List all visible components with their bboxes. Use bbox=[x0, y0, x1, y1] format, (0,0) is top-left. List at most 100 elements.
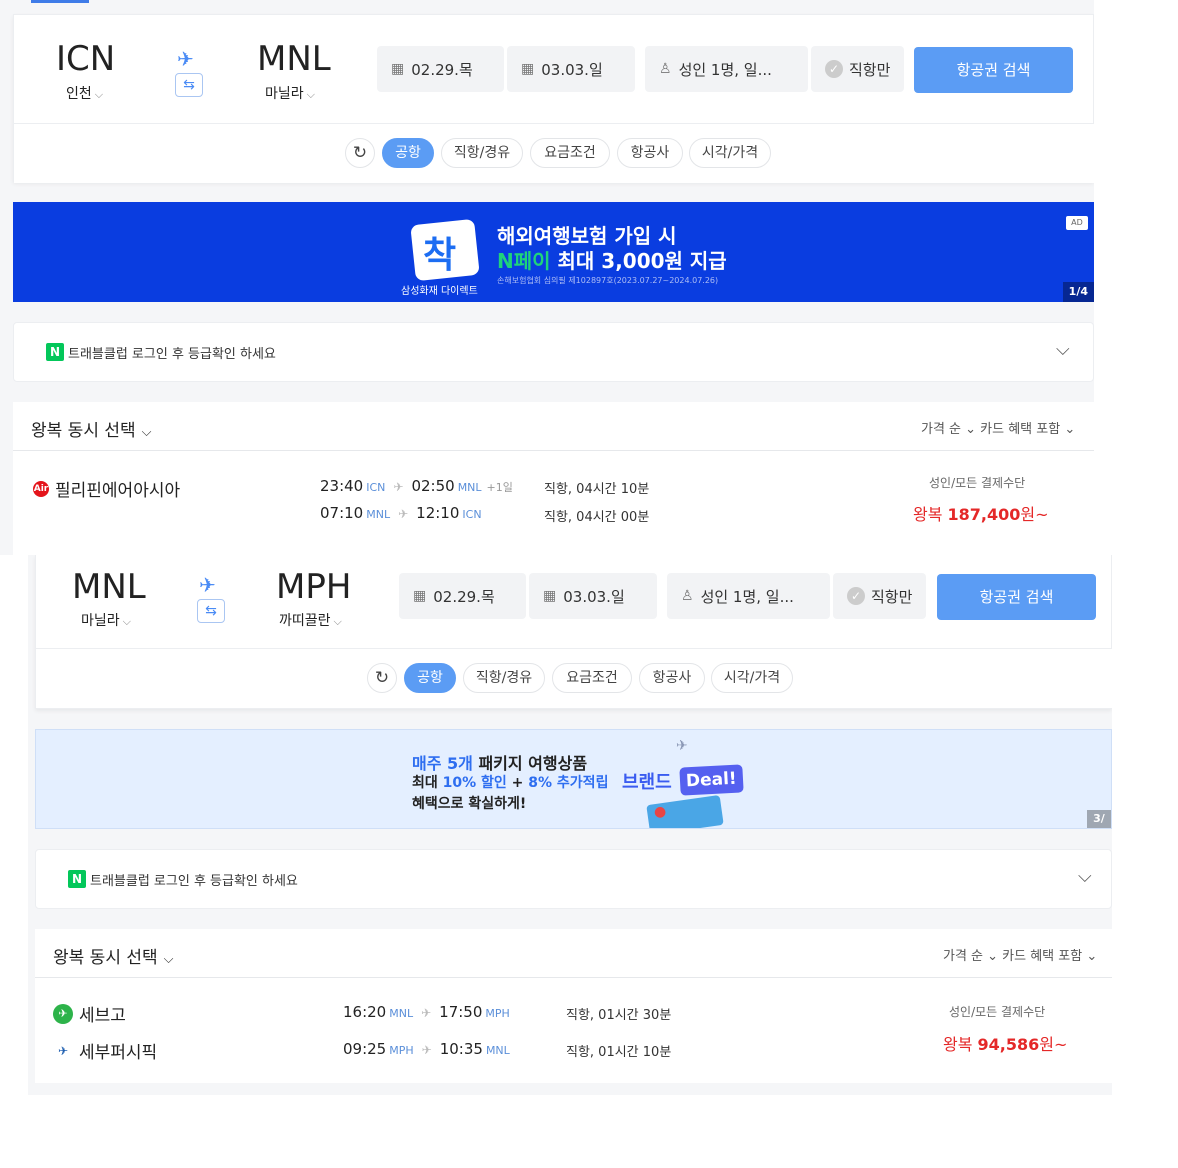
filter-airline[interactable]: 항공사 bbox=[639, 663, 705, 693]
calendar-icon: ▦ bbox=[543, 588, 557, 604]
airline-item: ✈ 세부퍼시픽 bbox=[53, 1038, 157, 1063]
swap-route-button[interactable]: ⇆ bbox=[197, 599, 225, 623]
sort-options[interactable]: 가격 순 ⌄ 카드 혜택 포함 ⌄ bbox=[921, 418, 1075, 437]
direct-only-label: 직항만 bbox=[849, 60, 891, 79]
dep-airport: MPH bbox=[389, 1044, 414, 1057]
travel-club-login-bar[interactable]: N 트래블클럽 로그인 후 등급확인 하세요 ⌵ bbox=[13, 322, 1094, 382]
passenger-field[interactable]: ♙ 성인 1명, 일... bbox=[645, 46, 808, 92]
flight-arrow-icon: ✈ bbox=[421, 1043, 432, 1057]
arrival-city-select[interactable]: 까띠끌란 ⌵ bbox=[279, 610, 342, 630]
round-trip-select-dropdown[interactable]: 왕복 동시 선택 ⌵ bbox=[53, 943, 174, 968]
ad-line-2: 최대 10% 할인 + 8% 추가적립 bbox=[412, 772, 608, 792]
passenger-value: 성인 1명, 일... bbox=[700, 587, 794, 606]
ad-disclaimer: 손해보험협회 심의필 제102897호(2023.07.27~2024.07.2… bbox=[497, 276, 719, 285]
round-trip-price[interactable]: 왕복 187,400원~ bbox=[913, 501, 1049, 525]
chevron-down-icon[interactable]: ⌵ bbox=[1078, 866, 1092, 887]
arr-time: 17:50 bbox=[439, 1003, 483, 1021]
search-panel: ICN 인천 ⌵ ✈ ⇆ MNL 마닐라 ⌵ ▦ 02.29.목 ▦ 03.03.일 ♙… bbox=[13, 14, 1094, 183]
ad-highlight: 10% 할인 bbox=[442, 775, 507, 791]
person-icon: ♙ bbox=[659, 61, 672, 77]
filter-time-price[interactable]: 시각/가격 bbox=[711, 663, 793, 693]
arrival-city-select[interactable]: 마닐라 ⌵ bbox=[265, 83, 315, 103]
ad-text: 최대 bbox=[412, 775, 443, 791]
ad-brand-name: 삼성화재 다이렉트 bbox=[401, 286, 478, 297]
arrival-code[interactable]: MNL bbox=[257, 39, 331, 79]
sort-options[interactable]: 가격 순 ⌄ 카드 혜택 포함 ⌄ bbox=[943, 945, 1097, 964]
price-prefix: 왕복 bbox=[913, 505, 948, 524]
price-prefix: 왕복 bbox=[943, 1035, 978, 1054]
flight-arrow-icon: ✈ bbox=[393, 480, 404, 494]
price-suffix: 원~ bbox=[1020, 505, 1049, 524]
divider bbox=[13, 450, 1094, 451]
airline-name: 세부퍼시픽 bbox=[79, 1043, 158, 1063]
ad-highlight: 8% 추가적립 bbox=[528, 775, 609, 791]
divider bbox=[35, 977, 1112, 978]
filter-fare-conditions[interactable]: 요금조건 bbox=[552, 663, 632, 693]
payment-note: 성인/모든 결제수단 bbox=[929, 476, 1026, 490]
search-flights-button[interactable]: 항공권 검색 bbox=[914, 47, 1073, 93]
arr-airport: MNL bbox=[457, 481, 482, 494]
leg-duration: 직항, 04시간 00분 bbox=[544, 510, 650, 525]
departure-code[interactable]: MNL bbox=[72, 567, 146, 607]
ad-page-counter: 1/4 bbox=[1062, 282, 1094, 302]
outbound-leg: 16:20 MNL ✈ 17:50 MPH bbox=[343, 1003, 510, 1021]
passenger-field[interactable]: ♙ 성인 1명, 일... bbox=[667, 573, 830, 619]
arrival-city-label: 까띠끌란 bbox=[279, 613, 331, 629]
departure-city-select[interactable]: 마닐라 ⌵ bbox=[81, 610, 131, 630]
return-date-value: 03.03.일 bbox=[563, 587, 625, 606]
direct-only-toggle[interactable]: ✓ 직항만 bbox=[833, 573, 926, 619]
depart-date-field[interactable]: ▦ 02.29.목 bbox=[399, 573, 526, 619]
swap-route-button[interactable]: ⇆ bbox=[175, 73, 203, 97]
leg-duration: 직항, 01시간 30분 bbox=[566, 1008, 672, 1023]
filter-direct-transfer[interactable]: 직항/경유 bbox=[441, 138, 523, 168]
refresh-icon[interactable]: ↻ bbox=[345, 138, 375, 168]
dep-airport: MNL bbox=[366, 508, 391, 521]
return-date-field[interactable]: ▦ 03.03.일 bbox=[507, 46, 635, 92]
passenger-value: 성인 1명, 일... bbox=[678, 60, 772, 79]
filter-airport[interactable]: 공항 bbox=[382, 138, 434, 168]
ad-banner-package[interactable]: 매주 5개 패키지 여행상품 최대 10% 할인 + 8% 추가적립 혜택으로 … bbox=[35, 729, 1112, 829]
airline-name: 필리핀에어아시아 bbox=[55, 481, 181, 501]
results-panel: 왕복 동시 선택 ⌵ 가격 순 ⌄ 카드 혜택 포함 ⌄ ✈ 세브고 ✈ 세부퍼시픽 … bbox=[35, 929, 1112, 1083]
departure-city-select[interactable]: 인천 ⌵ bbox=[66, 83, 103, 103]
chevron-down-icon[interactable]: ⌵ bbox=[1056, 339, 1070, 360]
return-leg: 07:10 MNL ✈ 12:10 ICN bbox=[320, 504, 482, 522]
active-tab-indicator bbox=[31, 0, 89, 3]
chevron-down-icon: ⌵ bbox=[163, 952, 174, 967]
check-icon: ✓ bbox=[825, 60, 843, 78]
search-flights-button[interactable]: 항공권 검색 bbox=[937, 574, 1096, 620]
travel-club-login-bar[interactable]: N 트래블클럽 로그인 후 등급확인 하세요 ⌵ bbox=[35, 849, 1112, 909]
ad-line-3: 혜택으로 확실하게! bbox=[412, 796, 527, 812]
leg-duration: 직항, 04시간 10분 bbox=[544, 482, 650, 497]
cebu-pacific-logo-icon: ✈ bbox=[53, 1040, 73, 1061]
filter-direct-transfer[interactable]: 직항/경유 bbox=[463, 663, 545, 693]
deal-badge: Deal! bbox=[679, 764, 744, 796]
refresh-icon[interactable]: ↻ bbox=[367, 663, 397, 693]
filter-airport[interactable]: 공항 bbox=[404, 663, 456, 693]
filter-airline[interactable]: 항공사 bbox=[617, 138, 683, 168]
depart-date-field[interactable]: ▦ 02.29.목 bbox=[377, 46, 504, 92]
return-date-field[interactable]: ▦ 03.03.일 bbox=[529, 573, 657, 619]
ad-banner-insurance[interactable]: 착 삼성화재 다이렉트 해외여행보험 가입 시 N페이 최대 3,000원 지급… bbox=[13, 202, 1094, 302]
filter-fare-conditions[interactable]: 요금조건 bbox=[530, 138, 610, 168]
round-trip-select-dropdown[interactable]: 왕복 동시 선택 ⌵ bbox=[31, 416, 152, 441]
direct-only-toggle[interactable]: ✓ 직항만 bbox=[811, 46, 904, 92]
chevron-down-icon: ⌵ bbox=[94, 88, 104, 101]
arr-airport: MNL bbox=[485, 1044, 510, 1057]
calendar-icon: ▦ bbox=[391, 61, 405, 77]
ad-text: 패키지 여행상품 bbox=[472, 754, 588, 773]
return-date-value: 03.03.일 bbox=[541, 60, 603, 79]
depart-date-value: 02.29.목 bbox=[411, 60, 473, 79]
filter-bar: ↻ 공항 직항/경유 요금조건 항공사 시각/가격 bbox=[36, 648, 1112, 708]
airplane-icon: ✈ bbox=[676, 738, 688, 754]
swap-icon: ⇆ bbox=[205, 603, 217, 619]
ad-brand-text: 브랜드 bbox=[622, 772, 672, 793]
departure-code[interactable]: ICN bbox=[56, 39, 115, 79]
location-pin-icon: ● bbox=[654, 804, 667, 820]
dep-time: 23:40 bbox=[320, 477, 364, 495]
round-trip-price[interactable]: 왕복 94,586원~ bbox=[943, 1031, 1067, 1055]
chevron-down-icon: ⌵ bbox=[122, 615, 131, 628]
ad-highlight: 매주 5개 bbox=[412, 754, 473, 773]
arrival-code[interactable]: MPH bbox=[276, 567, 351, 607]
filter-time-price[interactable]: 시각/가격 bbox=[689, 138, 771, 168]
